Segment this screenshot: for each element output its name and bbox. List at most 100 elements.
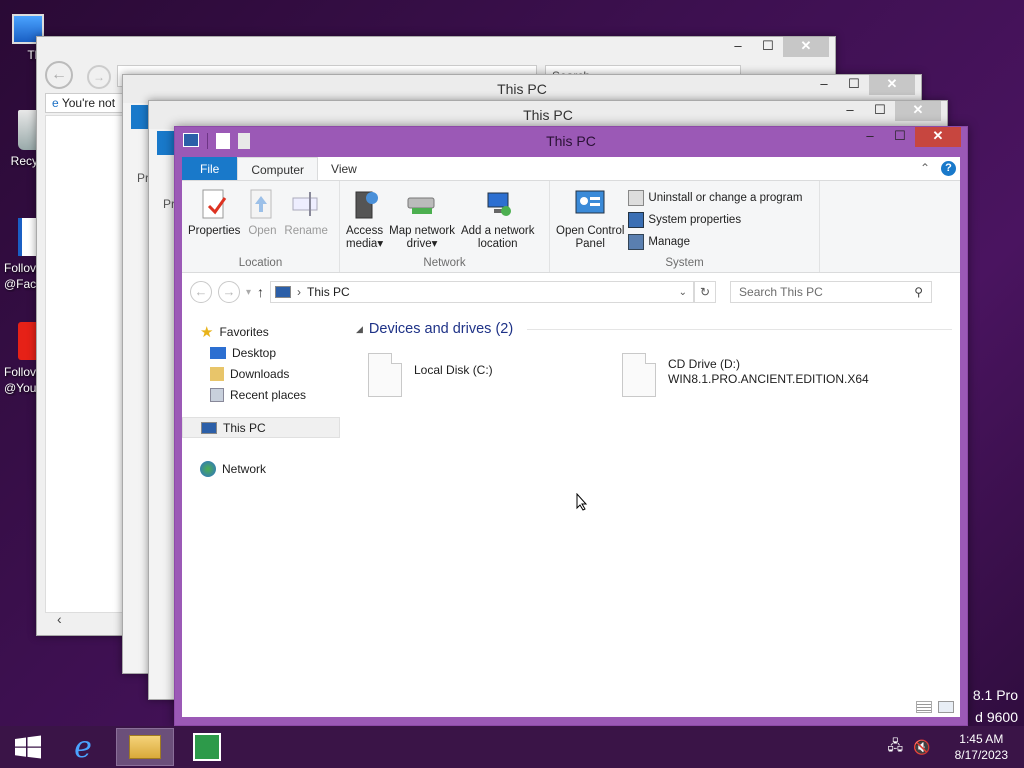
system-properties-button[interactable]: System properties xyxy=(628,209,802,231)
back-arrow-icon[interactable]: ← xyxy=(45,61,73,89)
taskbar-file-explorer[interactable] xyxy=(116,728,174,766)
quick-access-toolbar xyxy=(183,133,250,149)
ribbon-group-location: Properties Open Rename Location xyxy=(182,181,340,272)
drive-name: Local Disk (C:) xyxy=(414,363,493,377)
nav-recent-places[interactable]: Recent places xyxy=(182,384,340,405)
maximize-button[interactable]: ☐ xyxy=(839,75,869,95)
manage-icon xyxy=(628,234,645,250)
downloads-icon xyxy=(210,366,224,381)
manage-button[interactable]: Manage xyxy=(628,231,802,253)
close-button[interactable]: ✕ xyxy=(783,37,829,57)
network-status-icon[interactable]: 🖧 xyxy=(888,735,904,759)
taskbar-store[interactable] xyxy=(178,728,236,766)
add-location-label-1: Add a network xyxy=(460,225,535,237)
nav-favorites[interactable]: ★ Favorites xyxy=(182,321,340,342)
nav-downloads[interactable]: Downloads xyxy=(182,363,340,384)
drive-local-disk-c[interactable]: Local Disk (C:) xyxy=(368,353,493,397)
search-input[interactable]: Search This PC ⚲ xyxy=(730,281,933,303)
window-title-bar: This PC xyxy=(175,127,967,155)
minimize-button[interactable]: – xyxy=(809,75,839,95)
maximize-button[interactable]: ☐ xyxy=(885,127,915,147)
ribbon-group-network: Access media▾ Map network drive▾ Add a net… xyxy=(340,181,550,272)
ribbon-collapse-icon[interactable]: ⌃ xyxy=(920,161,930,175)
window-title-bar: This PC xyxy=(123,75,921,103)
access-media-label-1: Access xyxy=(346,225,384,237)
nav-network[interactable]: Network xyxy=(182,458,340,479)
explorer-window[interactable]: This PC – ☐ ✕ File Computer View ⌃ ? Pro… xyxy=(174,126,968,726)
navigation-pane: ★ Favorites Desktop Downloads Recent plac… xyxy=(182,311,340,717)
uninstall-program-button[interactable]: Uninstall or change a program xyxy=(628,187,802,209)
nav-label: Favorites xyxy=(219,324,269,339)
network-icon xyxy=(200,460,216,477)
new-folder-icon[interactable] xyxy=(238,133,250,149)
os-watermark: 8.1 Pro d 9600 xyxy=(973,684,1018,728)
rename-icon xyxy=(290,187,322,221)
maximize-button[interactable]: ☐ xyxy=(753,37,783,57)
large-icons-view-icon[interactable] xyxy=(938,701,954,713)
store-icon xyxy=(193,733,221,761)
back-arrow-icon[interactable]: ← xyxy=(190,281,212,303)
close-button[interactable]: ✕ xyxy=(915,127,961,147)
forward-arrow-icon[interactable]: → xyxy=(218,281,240,303)
maximize-button[interactable]: ☐ xyxy=(865,101,895,121)
network-drive-icon xyxy=(406,187,438,221)
folder-icon xyxy=(129,735,161,759)
section-devices-and-drives[interactable]: ◢ Devices and drives (2) xyxy=(348,311,960,337)
drive-volume-label: WIN8.1.PRO.ANCIENT.EDITION.X64 xyxy=(668,372,869,386)
taskbar-internet-explorer[interactable]: e xyxy=(54,728,112,766)
window-caption-buttons: – ☐ ✕ xyxy=(723,37,829,57)
start-button[interactable] xyxy=(6,728,50,766)
close-button[interactable]: ✕ xyxy=(869,75,915,95)
address-bar[interactable]: › This PC ⌄ xyxy=(270,281,695,303)
tab-computer[interactable]: Computer xyxy=(237,157,319,180)
control-panel-label-1: Open Control xyxy=(556,225,625,237)
properties-icon[interactable] xyxy=(216,133,230,149)
network-location-icon xyxy=(482,187,514,221)
breadcrumb-separator-icon: › xyxy=(297,285,302,299)
volume-muted-icon[interactable]: 🔇 xyxy=(913,739,930,756)
control-panel-label-2: Panel xyxy=(575,238,605,250)
address-bar-row: ← → ▾ ↑ › This PC ⌄ ↻ Search This PC ⚲ xyxy=(182,273,960,311)
control-panel-icon xyxy=(574,187,606,221)
clock[interactable]: 1:45 AM 8/17/2023 xyxy=(955,731,1008,763)
map-drive-label-2: drive xyxy=(406,238,432,250)
nav-this-pc[interactable]: This PC xyxy=(182,417,340,438)
map-drive-label-1: Map network xyxy=(389,225,455,237)
minimize-button[interactable]: – xyxy=(723,37,753,57)
system-properties-label: System properties xyxy=(648,214,742,226)
close-button[interactable]: ✕ xyxy=(895,101,941,121)
open-label: Open xyxy=(248,225,277,237)
up-arrow-icon[interactable]: ↑ xyxy=(257,284,264,300)
refresh-icon[interactable]: ↻ xyxy=(694,281,717,303)
minimize-button[interactable]: – xyxy=(835,101,865,121)
media-icon xyxy=(349,187,381,221)
watermark-line-1: 8.1 Pro xyxy=(972,687,1018,703)
recent-locations-icon[interactable]: ▾ xyxy=(246,287,251,298)
minimize-button[interactable]: – xyxy=(855,127,885,147)
ribbon-tabs: File Computer View ⌃ ? xyxy=(182,157,960,181)
system-tray: 🖧 🔇 1:45 AM 8/17/2023 xyxy=(888,726,1008,768)
mouse-cursor-icon xyxy=(576,492,588,511)
nav-label: This PC xyxy=(223,420,266,435)
properties-icon xyxy=(198,187,230,221)
tab-file[interactable]: File xyxy=(182,157,238,180)
nav-desktop[interactable]: Desktop xyxy=(182,342,340,363)
window-caption-buttons: – ☐ ✕ xyxy=(809,75,915,95)
desktop-icon xyxy=(210,346,226,359)
chevron-down-icon[interactable]: ⌄ xyxy=(679,287,687,298)
breadcrumb-this-pc[interactable]: This PC xyxy=(307,285,350,299)
details-view-icon[interactable] xyxy=(916,701,932,713)
window-title: This PC xyxy=(523,107,573,123)
tab-view[interactable]: View xyxy=(318,157,370,180)
clock-time: 1:45 AM xyxy=(959,732,1004,746)
window-title-bar: This PC xyxy=(149,101,947,129)
drive-icon xyxy=(368,353,402,397)
open-icon xyxy=(246,187,278,221)
search-placeholder: Search This PC xyxy=(739,285,823,299)
manage-label: Manage xyxy=(648,236,690,248)
window-title: This PC xyxy=(546,133,596,149)
forward-arrow-icon[interactable]: → xyxy=(87,65,111,89)
help-icon[interactable]: ? xyxy=(941,161,956,176)
ribbon: Properties Open Rename Location Access me… xyxy=(182,181,960,273)
drive-cd-d[interactable]: CD Drive (D:) WIN8.1.PRO.ANCIENT.EDITION… xyxy=(622,353,869,397)
